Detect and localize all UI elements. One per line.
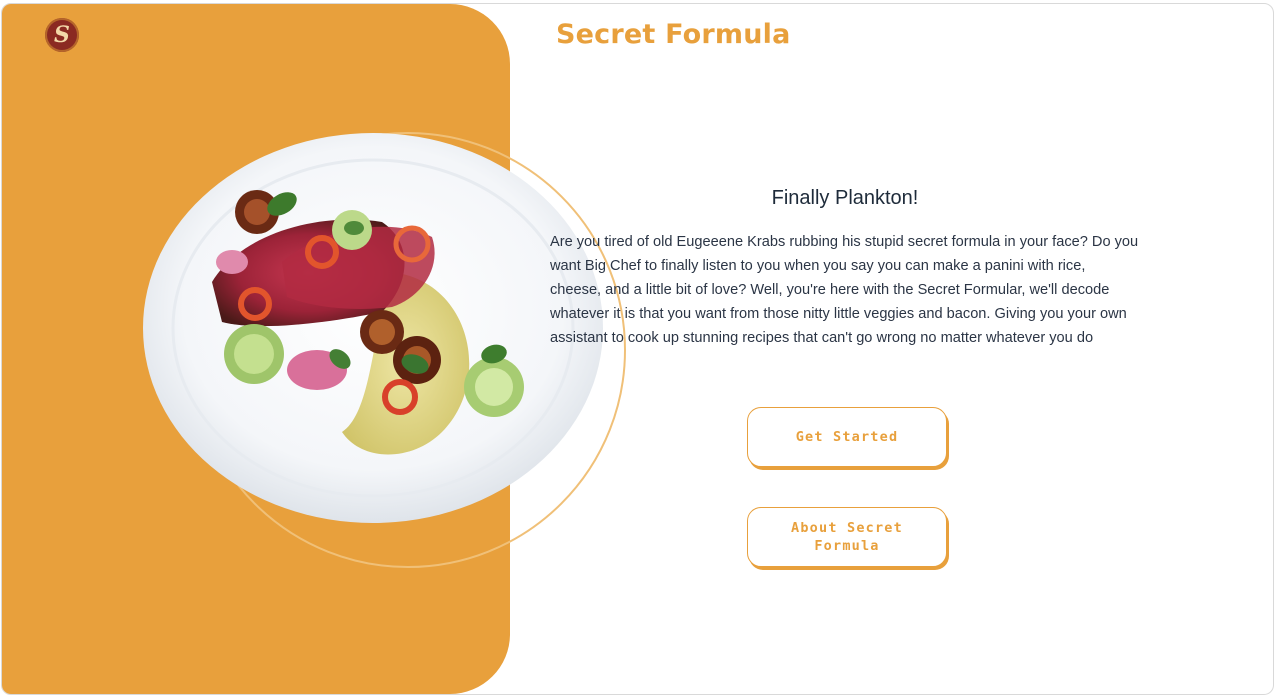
logo-icon[interactable]: S [45, 18, 79, 52]
get-started-button[interactable]: Get Started [747, 407, 947, 467]
hero-dish-image [143, 133, 603, 523]
about-button[interactable]: About Secret Formula [747, 507, 947, 567]
hero-heading: Finally Plankton! [771, 187, 919, 209]
landing-page: S Secret Formula Finally Plankton! Are y… [1, 3, 1274, 695]
hero-description: Are you tired of old Eugeeene Krabs rubb… [550, 234, 1139, 346]
hero-content: Finally Plankton! Are you tired of old E… [550, 187, 1140, 350]
logo-letter: S [54, 22, 70, 48]
site-title: Secret Formula [556, 19, 791, 50]
